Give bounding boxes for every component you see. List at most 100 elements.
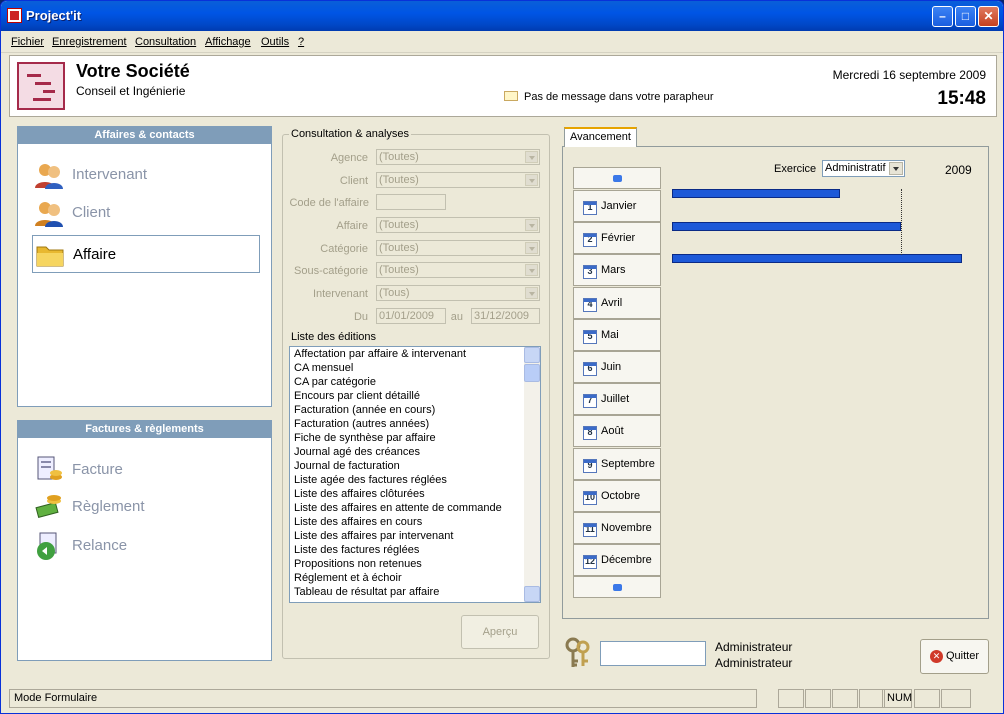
- list-scrollbar[interactable]: [524, 347, 540, 602]
- month-button-novembre[interactable]: 11 Novembre: [573, 512, 661, 544]
- label-categorie: Catégorie: [320, 243, 368, 255]
- month-button-février[interactable]: 2 Février: [573, 222, 661, 255]
- edition-item[interactable]: Liste des factures réglées: [290, 543, 540, 557]
- month-label: Mars: [601, 264, 626, 277]
- menu-fichier[interactable]: Fichier: [11, 36, 44, 48]
- code-affaire-input[interactable]: [376, 194, 446, 210]
- edition-item[interactable]: Journal agé des créances: [290, 445, 540, 459]
- today-marker: [901, 189, 903, 255]
- minimize-button[interactable]: –: [932, 6, 953, 27]
- close-button[interactable]: ✕: [978, 6, 999, 27]
- edition-item[interactable]: Tableau de résultat par affaire: [290, 585, 540, 599]
- edition-item[interactable]: Liste des affaires clôturées: [290, 487, 540, 501]
- reminder-icon: [37, 532, 57, 560]
- calendar-icon: 3: [583, 265, 597, 280]
- user-role: Administrateur: [715, 656, 793, 670]
- progress-bar: [672, 221, 902, 231]
- edition-item[interactable]: Réglement et à échoir: [290, 571, 540, 585]
- chevron-down-icon: [525, 151, 538, 163]
- panel-title: Affaires & contacts: [18, 127, 271, 144]
- agence-select[interactable]: (Toutes): [376, 149, 540, 165]
- scroll-up-icon[interactable]: [524, 347, 540, 363]
- month-button-avril[interactable]: 4 Avril: [573, 286, 661, 319]
- month-button-mai[interactable]: 5 Mai: [573, 318, 661, 351]
- menu-outils[interactable]: Outils: [261, 36, 289, 48]
- chevron-down-icon: [525, 242, 538, 254]
- status-mode: Mode Formulaire: [9, 689, 757, 708]
- nav-reglement[interactable]: Règlement: [32, 488, 260, 526]
- nav-label: Règlement: [72, 498, 145, 515]
- client-select[interactable]: (Toutes): [376, 172, 540, 188]
- affaire-select[interactable]: (Toutes): [376, 217, 540, 233]
- menu-consultation[interactable]: Consultation: [135, 36, 196, 48]
- menu-affichage[interactable]: Affichage: [205, 36, 251, 48]
- sous-categorie-select[interactable]: (Toutes): [376, 262, 540, 278]
- calendar-icon: 5: [583, 329, 597, 344]
- month-button-septembre[interactable]: 9 Septembre: [573, 447, 661, 480]
- date-to-input[interactable]: 31/12/2009: [471, 308, 540, 324]
- editions-list[interactable]: Affectation par affaire & intervenant CA …: [289, 346, 541, 603]
- edition-item[interactable]: Journal de facturation: [290, 459, 540, 473]
- month-button-décembre[interactable]: 12 Décembre: [573, 544, 661, 577]
- scroll-thumb[interactable]: [524, 364, 540, 382]
- month-button-août[interactable]: 8 Août: [573, 415, 661, 448]
- avancement-panel: 1 Janvier 2 Février 3 Mars 4 Avril 5 Mai 6 Juin 7 Jui…: [562, 146, 989, 619]
- month-label: Août: [601, 425, 624, 438]
- company-logo-icon: [17, 62, 65, 110]
- edition-item[interactable]: Liste des affaires par intervenant: [290, 529, 540, 543]
- month-label: Janvier: [601, 200, 637, 212]
- nav-affaire[interactable]: Affaire: [32, 235, 260, 273]
- status-bar: Mode Formulaire NUM: [9, 689, 997, 709]
- nav-label: Intervenant: [72, 166, 148, 183]
- month-button-octobre[interactable]: 10 Octobre: [573, 479, 661, 512]
- nav-label: Relance: [72, 537, 128, 554]
- chevron-down-icon: [525, 174, 538, 186]
- month-button-juin[interactable]: 6 Juin: [573, 351, 661, 383]
- nav-intervenant[interactable]: Intervenant: [32, 156, 260, 194]
- calendar-icon: 6: [583, 362, 597, 376]
- label-affaire: Affaire: [336, 220, 368, 232]
- edition-item[interactable]: Liste des affaires en cours: [290, 515, 540, 529]
- scroll-down-button[interactable]: [573, 576, 661, 598]
- edition-item[interactable]: Affectation par affaire & intervenant: [290, 347, 540, 361]
- month-label: Novembre: [601, 522, 652, 534]
- edition-item[interactable]: Fiche de synthèse par affaire: [290, 431, 540, 445]
- nav-relance[interactable]: Relance: [32, 527, 260, 565]
- month-label: Décembre: [601, 554, 652, 567]
- month-button-janvier[interactable]: 1 Janvier: [573, 190, 661, 222]
- label-sous-categorie: Sous-catégorie: [294, 265, 368, 277]
- exercice-select[interactable]: Administratif: [822, 160, 905, 177]
- menu-help[interactable]: ?: [298, 36, 304, 48]
- scroll-up-button[interactable]: [573, 167, 661, 189]
- message-status[interactable]: Pas de message dans votre parapheur: [524, 91, 714, 103]
- status-cell: [941, 689, 971, 708]
- edition-item[interactable]: Facturation (année en cours): [290, 403, 540, 417]
- menu-enregistrement[interactable]: Enregistrement: [52, 36, 127, 48]
- tab-avancement[interactable]: Avancement: [564, 127, 637, 147]
- chevron-down-icon: [889, 162, 903, 175]
- edition-item[interactable]: Facturation (autres années): [290, 417, 540, 431]
- title-bar[interactable]: Project'it – □ ✕: [1, 1, 1003, 31]
- apercu-button[interactable]: Aperçu: [461, 615, 539, 649]
- edition-item[interactable]: Encours par client détaillé: [290, 389, 540, 403]
- edition-item[interactable]: CA par catégorie: [290, 375, 540, 389]
- edition-item[interactable]: Liste agée des factures réglées: [290, 473, 540, 487]
- month-button-mars[interactable]: 3 Mars: [573, 254, 661, 287]
- nav-client[interactable]: Client: [32, 194, 260, 232]
- intervenant-select[interactable]: (Tous): [376, 285, 540, 301]
- scroll-down-icon[interactable]: [524, 586, 540, 602]
- maximize-button[interactable]: □: [955, 6, 976, 27]
- chevron-down-icon: [525, 219, 538, 231]
- edition-item[interactable]: Liste des affaires en attente de command…: [290, 501, 540, 515]
- password-input[interactable]: [600, 641, 706, 666]
- edition-item[interactable]: CA mensuel: [290, 361, 540, 375]
- status-cell: [914, 689, 940, 708]
- categorie-select[interactable]: (Toutes): [376, 240, 540, 256]
- quit-button[interactable]: ✕ Quitter: [920, 639, 989, 674]
- invoice-icon: [37, 456, 62, 480]
- chevron-down-icon: [525, 287, 538, 299]
- nav-facture[interactable]: Facture: [32, 451, 260, 489]
- month-button-juillet[interactable]: 7 Juillet: [573, 383, 661, 416]
- edition-item[interactable]: Propositions non retenues: [290, 557, 540, 571]
- nav-label: Affaire: [73, 246, 117, 263]
